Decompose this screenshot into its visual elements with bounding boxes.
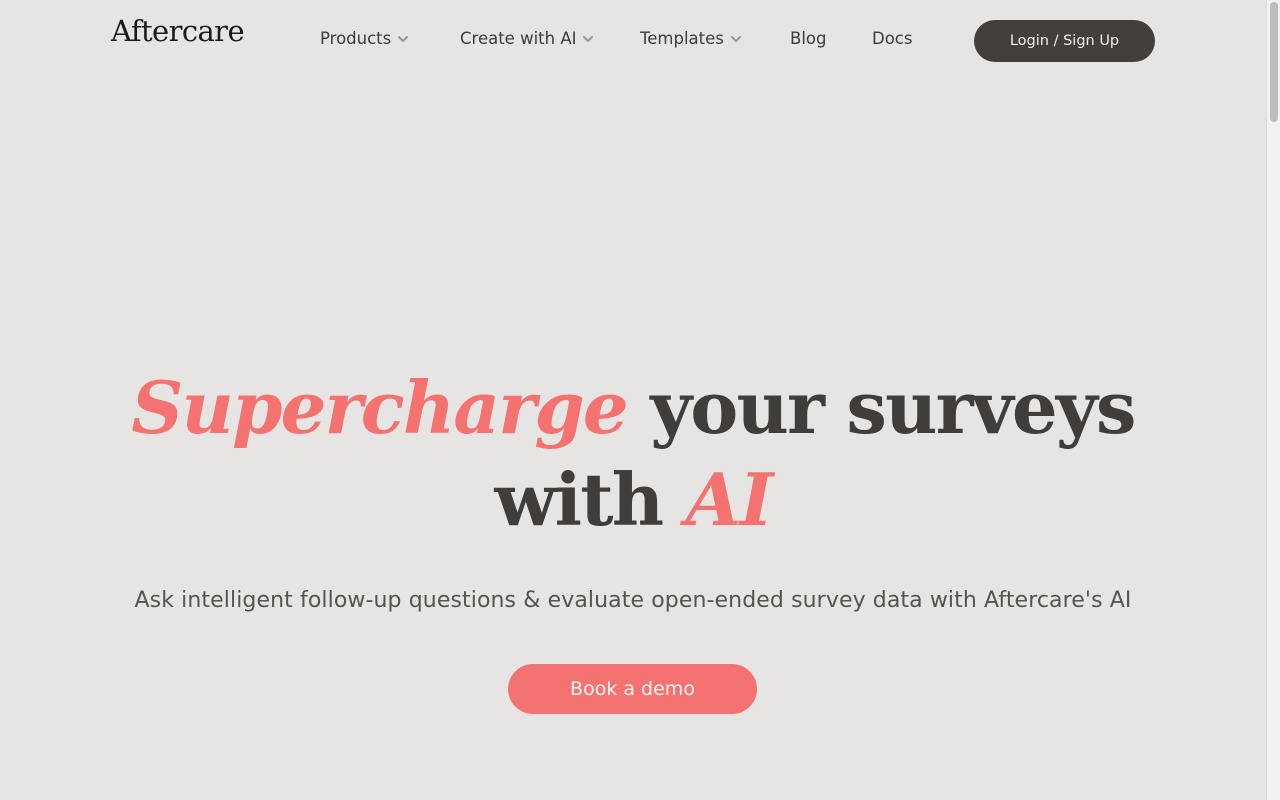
page: Aftercare Products Create with AI Templa…	[0, 0, 1280, 800]
hero-title-text: with	[494, 457, 665, 542]
scrollbar-thumb[interactable]	[1270, 2, 1278, 122]
nav-item-templates[interactable]: Templates	[640, 29, 742, 48]
logo[interactable]: Aftercare	[111, 14, 245, 48]
hero-subtitle: Ask intelligent follow-up questions & ev…	[134, 588, 1132, 613]
nav-item-blog[interactable]: Blog	[790, 29, 826, 48]
login-signup-button[interactable]: Login / Sign Up	[974, 20, 1155, 62]
chevron-down-icon	[583, 35, 594, 42]
nav-item-products[interactable]: Products	[320, 29, 409, 48]
chevron-down-icon	[730, 35, 741, 42]
logo-text: Aftercare	[111, 14, 245, 48]
chevron-down-icon	[398, 35, 409, 42]
hero-title-accent: Supercharge	[131, 365, 628, 450]
nav-item-label: Docs	[872, 29, 913, 48]
nav-item-create-with-ai[interactable]: Create with AI	[460, 29, 594, 48]
top-navigation: Aftercare Products Create with AI Templa…	[0, 0, 1266, 82]
nav-item-label: Blog	[790, 29, 827, 48]
nav-item-label: Templates	[640, 29, 724, 48]
nav-item-label: Products	[320, 29, 392, 48]
hero-title: Supercharge your surveys with AI	[0, 362, 1266, 546]
nav-item-docs[interactable]: Docs	[872, 29, 912, 48]
hero-title-accent: AI	[685, 457, 774, 542]
book-demo-button[interactable]: Book a demo	[508, 664, 757, 714]
hero-title-text: your surveys	[650, 365, 1136, 450]
nav-item-label: Create with AI	[460, 29, 577, 48]
page-scrollbar[interactable]	[1266, 0, 1280, 800]
